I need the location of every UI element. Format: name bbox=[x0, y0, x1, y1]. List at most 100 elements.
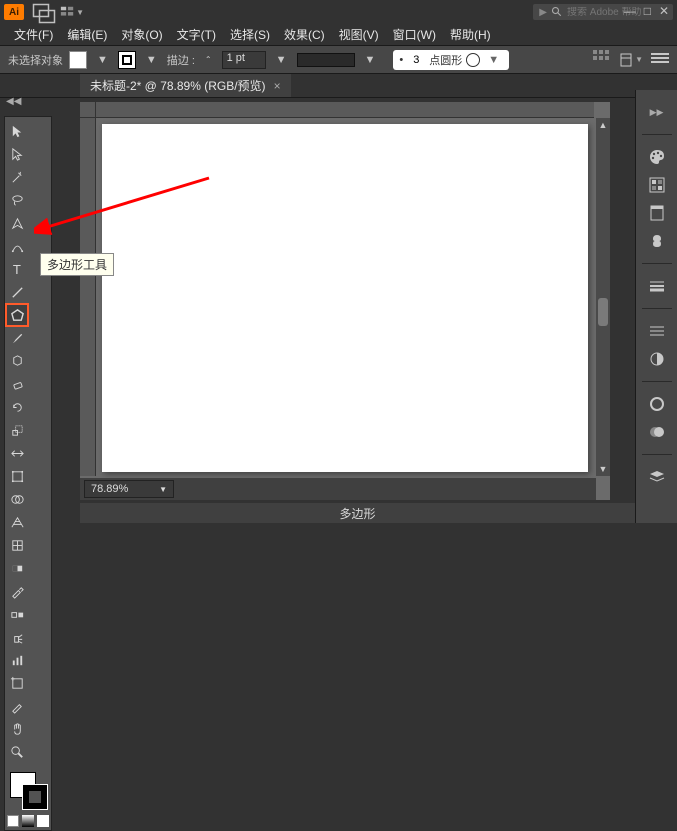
maximize-button[interactable]: □ bbox=[644, 4, 651, 18]
menu-window[interactable]: 窗口(W) bbox=[387, 24, 442, 45]
color-mode-icon[interactable] bbox=[7, 815, 19, 827]
width-tool[interactable] bbox=[6, 442, 28, 464]
title-bar: Ai ▼ ▶ bbox=[0, 0, 677, 24]
stroke-label: 描边 : bbox=[167, 52, 195, 68]
horizontal-scrollbar[interactable]: 78.89% ▼ bbox=[80, 478, 596, 500]
document-tab-title: 未标题-2* @ 78.89% (RGB/预览) bbox=[90, 77, 266, 94]
stroke-color-box[interactable] bbox=[22, 784, 48, 810]
scroll-thumb[interactable] bbox=[598, 298, 608, 326]
eyedropper-tool[interactable] bbox=[6, 580, 28, 602]
bridge-icon[interactable] bbox=[32, 4, 56, 20]
shape-option[interactable]: • 点圆形 ▼ bbox=[393, 50, 509, 70]
scroll-down-arrow[interactable]: ▼ bbox=[596, 462, 610, 476]
menu-help[interactable]: 帮助(H) bbox=[444, 24, 497, 45]
vertical-scrollbar[interactable]: ▲ ▼ bbox=[596, 118, 610, 476]
sides-input[interactable] bbox=[407, 54, 425, 66]
minimize-button[interactable]: — bbox=[624, 4, 636, 18]
magic-wand-tool[interactable] bbox=[6, 166, 28, 188]
vertical-ruler[interactable] bbox=[80, 118, 96, 476]
gradient-mode-icon[interactable] bbox=[22, 815, 34, 827]
shape-dropdown[interactable]: ▼ bbox=[484, 54, 503, 66]
zoom-dropdown-arrow[interactable]: ▼ bbox=[159, 485, 167, 494]
tab-close-icon[interactable]: × bbox=[274, 79, 281, 93]
color-panel-icon[interactable] bbox=[645, 147, 669, 167]
ruler-origin[interactable] bbox=[80, 102, 96, 118]
brushes-panel-icon[interactable] bbox=[645, 203, 669, 223]
gradient-tool[interactable] bbox=[6, 557, 28, 579]
document-tab[interactable]: 未标题-2* @ 78.89% (RGB/预览) × bbox=[80, 74, 291, 97]
menu-view[interactable]: 视图(V) bbox=[333, 24, 385, 45]
polygon-tool[interactable] bbox=[6, 304, 28, 326]
stroke-weight-dropdown[interactable]: ▼ bbox=[272, 54, 291, 66]
fill-stroke-control[interactable] bbox=[6, 768, 50, 812]
stroke-weight-input[interactable]: 1 pt bbox=[222, 51, 266, 69]
artboard-tool[interactable] bbox=[6, 672, 28, 694]
eraser-tool[interactable] bbox=[6, 373, 28, 395]
stroke-style-dropdown[interactable]: ▼ bbox=[361, 54, 380, 66]
svg-text:T: T bbox=[12, 262, 20, 277]
status-bar: 多边形 bbox=[80, 503, 635, 523]
toolbox: T bbox=[4, 116, 52, 831]
selection-tool[interactable] bbox=[6, 120, 28, 142]
menu-effect[interactable]: 效果(C) bbox=[278, 24, 331, 45]
pen-tool[interactable] bbox=[6, 212, 28, 234]
rotate-tool[interactable] bbox=[6, 396, 28, 418]
close-button[interactable]: ✕ bbox=[659, 4, 669, 18]
canvas-area: ▲ ▼ 78.89% ▼ bbox=[80, 102, 610, 500]
hand-tool[interactable] bbox=[6, 718, 28, 740]
graphic-styles-panel-icon[interactable] bbox=[645, 422, 669, 442]
menu-type[interactable]: 文字(T) bbox=[171, 24, 222, 45]
stroke-dropdown[interactable]: ▼ bbox=[142, 54, 161, 66]
options-bar: 未选择对象 ▼ ▼ 描边 : ⌃ 1 pt ▼ ▼ • 点圆形 ▼ ▼ bbox=[0, 46, 677, 74]
direct-selection-tool[interactable] bbox=[6, 143, 28, 165]
window-controls: — □ ✕ bbox=[624, 4, 669, 18]
line-segment-tool[interactable] bbox=[6, 281, 28, 303]
shape-builder-tool[interactable] bbox=[6, 488, 28, 510]
stroke-swatch[interactable] bbox=[118, 51, 136, 69]
scroll-up-arrow[interactable]: ▲ bbox=[596, 118, 610, 132]
document-setup-icon[interactable]: ▼ bbox=[619, 53, 643, 67]
free-transform-tool[interactable] bbox=[6, 465, 28, 487]
fill-swatch[interactable] bbox=[69, 51, 87, 69]
mesh-tool[interactable] bbox=[6, 534, 28, 556]
lasso-tool[interactable] bbox=[6, 189, 28, 211]
transparency-panel-icon[interactable] bbox=[645, 349, 669, 369]
zoom-level-display[interactable]: 78.89% ▼ bbox=[84, 480, 174, 498]
menu-edit[interactable]: 编辑(E) bbox=[61, 24, 113, 45]
artboard[interactable] bbox=[102, 124, 588, 472]
slice-tool[interactable] bbox=[6, 695, 28, 717]
panel-menu-icon[interactable] bbox=[651, 53, 669, 67]
zoom-value: 78.89% bbox=[91, 483, 128, 495]
fill-dropdown[interactable]: ▼ bbox=[93, 54, 112, 66]
graph-styles-icon[interactable] bbox=[593, 50, 611, 69]
search-expand-icon: ▶ bbox=[539, 7, 547, 18]
type-tool[interactable]: T bbox=[6, 258, 28, 280]
collapse-handle[interactable]: ◀◀ bbox=[6, 96, 18, 107]
menu-select[interactable]: 选择(S) bbox=[224, 24, 276, 45]
symbol-sprayer-tool[interactable] bbox=[6, 626, 28, 648]
curvature-tool[interactable] bbox=[6, 235, 28, 257]
perspective-grid-tool[interactable] bbox=[6, 511, 28, 533]
appearance-panel-icon[interactable] bbox=[645, 394, 669, 414]
document-tab-bar: 未标题-2* @ 78.89% (RGB/预览) × bbox=[0, 74, 677, 98]
stroke-panel-icon[interactable] bbox=[645, 276, 669, 296]
menu-file[interactable]: 文件(F) bbox=[8, 24, 59, 45]
scale-tool[interactable] bbox=[6, 419, 28, 441]
symbols-panel-icon[interactable] bbox=[645, 231, 669, 251]
menu-object[interactable]: 对象(O) bbox=[115, 24, 168, 45]
gradient-panel-icon[interactable] bbox=[645, 321, 669, 341]
stroke-style-preview[interactable] bbox=[297, 53, 355, 67]
dock-collapse-icon[interactable]: ▶▶ bbox=[645, 102, 669, 122]
app-logo: Ai bbox=[4, 4, 24, 20]
paintbrush-tool[interactable] bbox=[6, 327, 28, 349]
arrange-icon[interactable]: ▼ bbox=[60, 4, 84, 20]
shaper-tool[interactable] bbox=[6, 350, 28, 372]
stroke-stepper-up[interactable]: ⌃ bbox=[201, 55, 216, 64]
layers-panel-icon[interactable] bbox=[645, 467, 669, 487]
column-graph-tool[interactable] bbox=[6, 649, 28, 671]
none-mode-icon[interactable] bbox=[37, 815, 49, 827]
swatches-panel-icon[interactable] bbox=[645, 175, 669, 195]
blend-tool[interactable] bbox=[6, 603, 28, 625]
zoom-tool[interactable] bbox=[6, 741, 28, 763]
horizontal-ruler[interactable] bbox=[96, 102, 594, 118]
